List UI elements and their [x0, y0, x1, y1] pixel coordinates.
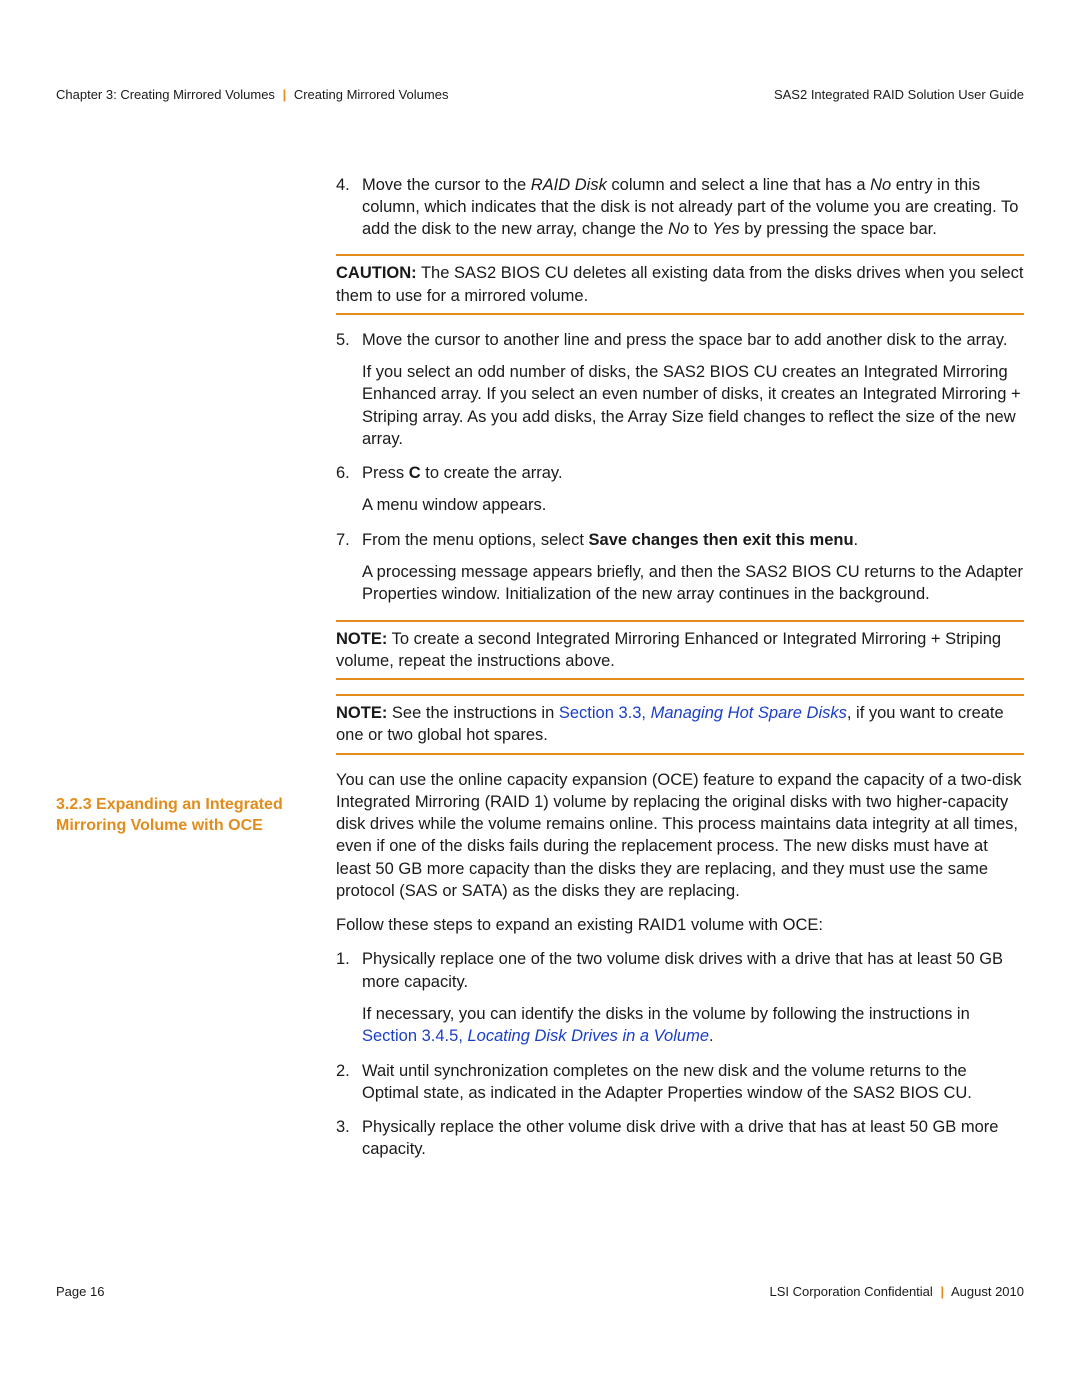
oce-lead-in: Follow these steps to expand an existing… — [336, 914, 1024, 936]
step-5: 5. Move the cursor to another line and p… — [336, 329, 1024, 450]
step-number: 6. — [336, 462, 350, 484]
step-text: Physically replace one of the two volume… — [362, 950, 1003, 990]
footer-right: LSI Corporation Confidential | August 20… — [769, 1283, 1024, 1301]
running-footer: Page 16 LSI Corporation Confidential | A… — [56, 1283, 1024, 1301]
step-text: Move the cursor to another line and pres… — [362, 331, 1007, 349]
note-box-2: NOTE: See the instructions in Section 3.… — [336, 694, 1024, 755]
step-text: Press C to create the array. — [362, 464, 563, 482]
step-number: 4. — [336, 174, 350, 196]
step-6: 6. Press C to create the array. A menu w… — [336, 462, 1024, 517]
note-label: NOTE: — [336, 630, 387, 648]
header-separator: | — [279, 87, 291, 102]
header-left: Chapter 3: Creating Mirrored Volumes | C… — [56, 86, 448, 104]
footer-separator: | — [936, 1284, 948, 1299]
procedure-list-continued: 4. Move the cursor to the RAID Disk colu… — [336, 174, 1024, 241]
header-doc-title: SAS2 Integrated RAID Solution User Guide — [774, 86, 1024, 104]
oce-step-1: 1. Physically replace one of the two vol… — [336, 948, 1024, 1047]
step-subtext: A menu window appears. — [362, 494, 1024, 516]
step-number: 1. — [336, 948, 350, 970]
section-number-title: 3.2.3 Expanding an Integrated Mirroring … — [56, 794, 336, 837]
footer-page: Page 16 — [56, 1283, 104, 1301]
content-columns: 3.2.3 Expanding an Integrated Mirroring … — [56, 174, 1024, 1173]
step-7: 7. From the menu options, select Save ch… — [336, 529, 1024, 606]
note-text: To create a second Integrated Mirroring … — [336, 630, 1001, 670]
procedure-list-continued-2: 5. Move the cursor to another line and p… — [336, 329, 1024, 606]
step-text: Wait until synchronization completes on … — [362, 1062, 972, 1102]
oce-intro-paragraph: You can use the online capacity expansio… — [336, 769, 1024, 903]
oce-step-3: 3. Physically replace the other volume d… — [336, 1116, 1024, 1161]
header-chapter: Chapter 3: Creating Mirrored Volumes — [56, 87, 275, 102]
step-number: 3. — [336, 1116, 350, 1138]
step-subtext: If necessary, you can identify the disks… — [362, 1003, 1024, 1048]
sidebar: 3.2.3 Expanding an Integrated Mirroring … — [56, 174, 336, 1173]
step-number: 5. — [336, 329, 350, 351]
running-header: Chapter 3: Creating Mirrored Volumes | C… — [56, 86, 1024, 104]
step-text: Move the cursor to the RAID Disk column … — [362, 176, 1018, 239]
step-text: Physically replace the other volume disk… — [362, 1118, 998, 1158]
caution-text: The SAS2 BIOS CU deletes all existing da… — [336, 264, 1023, 304]
sidebar-spacer — [56, 174, 336, 794]
link-section-3-4-5[interactable]: Section 3.4.5, Locating Disk Drives in a… — [362, 1027, 709, 1045]
note-label: NOTE: — [336, 704, 387, 722]
main-column: 4. Move the cursor to the RAID Disk colu… — [336, 174, 1024, 1173]
footer-date: August 2010 — [951, 1284, 1024, 1299]
footer-confidential: LSI Corporation Confidential — [769, 1284, 932, 1299]
step-4: 4. Move the cursor to the RAID Disk colu… — [336, 174, 1024, 241]
oce-step-2: 2. Wait until synchronization completes … — [336, 1060, 1024, 1105]
oce-procedure-list: 1. Physically replace one of the two vol… — [336, 948, 1024, 1160]
note-box-1: NOTE: To create a second Integrated Mirr… — [336, 620, 1024, 681]
page: Chapter 3: Creating Mirrored Volumes | C… — [0, 0, 1080, 1360]
step-subtext: A processing message appears briefly, an… — [362, 561, 1024, 606]
caution-label: CAUTION: — [336, 264, 417, 282]
note-text: See the instructions in Section 3.3, Man… — [336, 704, 1004, 744]
caution-box: CAUTION: The SAS2 BIOS CU deletes all ex… — [336, 254, 1024, 315]
header-section: Creating Mirrored Volumes — [294, 87, 449, 102]
step-text: From the menu options, select Save chang… — [362, 531, 858, 549]
step-number: 2. — [336, 1060, 350, 1082]
link-section-3-3[interactable]: Section 3.3, Managing Hot Spare Disks — [559, 704, 847, 722]
step-subtext: If you select an odd number of disks, th… — [362, 361, 1024, 450]
step-number: 7. — [336, 529, 350, 551]
